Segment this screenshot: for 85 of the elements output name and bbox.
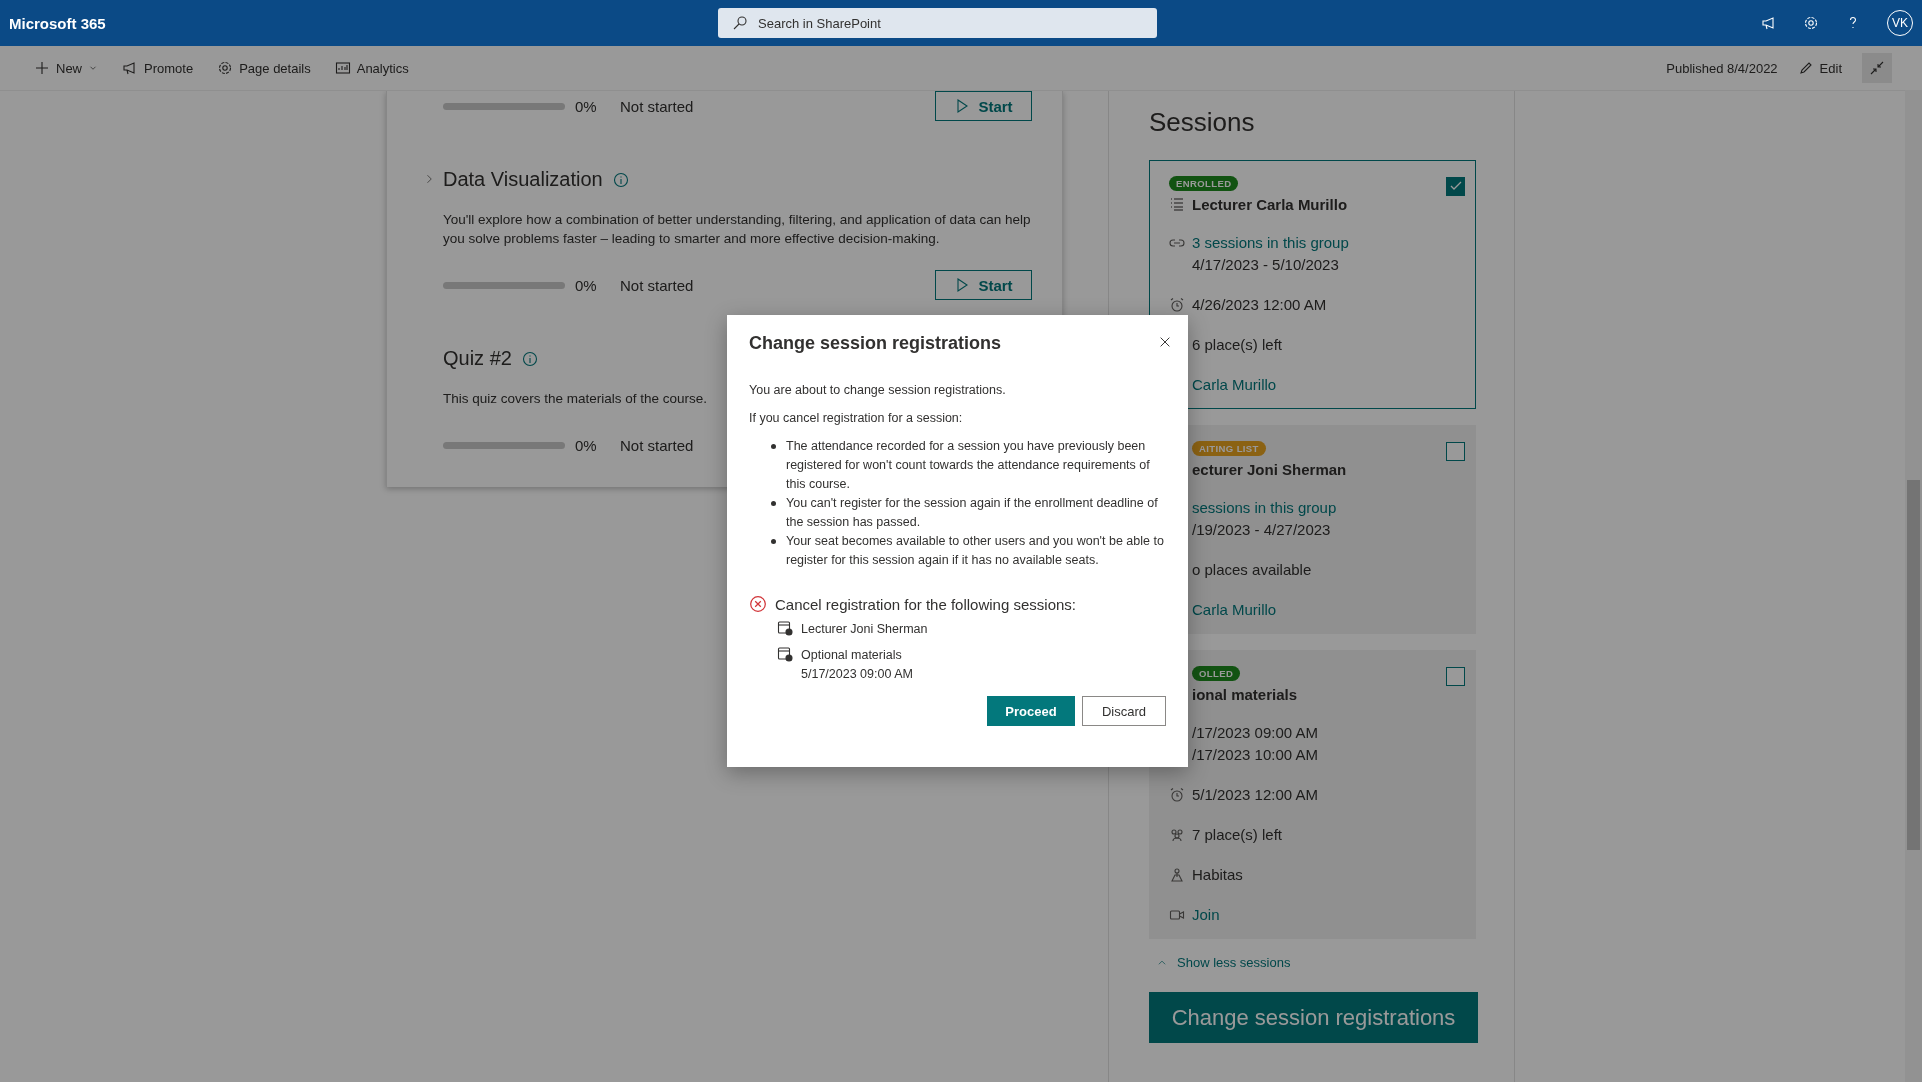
search-field[interactable]: Search in SharePoint bbox=[718, 8, 1157, 38]
published-status: Published 8/4/2022 bbox=[1666, 60, 1778, 76]
progress-status: Not started bbox=[620, 436, 694, 454]
discard-button[interactable]: Discard bbox=[1082, 696, 1166, 726]
show-less-link[interactable]: Show less sessions bbox=[1149, 955, 1291, 970]
proceed-button[interactable]: Proceed bbox=[987, 696, 1075, 726]
status-badge: ENROLLED bbox=[1169, 176, 1239, 191]
video-icon bbox=[1169, 907, 1185, 923]
alarm-icon bbox=[1169, 787, 1185, 803]
location-icon bbox=[1169, 867, 1185, 883]
progress-status: Not started bbox=[620, 97, 694, 115]
module-description: This quiz covers the materials of the course. bbox=[443, 390, 708, 408]
module-title: Quiz #2 bbox=[443, 347, 512, 370]
plus-icon bbox=[34, 60, 50, 76]
toolbar-button[interactable]: Promote bbox=[118, 60, 198, 76]
session-title: ecturer Joni Sherman bbox=[1192, 460, 1347, 478]
bullet-text: Your seat becomes available to other users and you won't be able to register for this session again if it has no available seats. bbox=[786, 533, 1165, 569]
close-icon bbox=[1158, 335, 1172, 349]
progress-percent: 0% bbox=[575, 97, 598, 115]
session-checkbox[interactable] bbox=[1446, 442, 1465, 461]
session-detail: 6 place(s) left bbox=[1192, 335, 1283, 355]
session-title: Lecturer Carla Murillo bbox=[1192, 195, 1348, 213]
module-description: You'll explore how a combination of better understanding, filtering, and application of data can help you solve problems faster – leading to smarter and more effective decision-making. bbox=[443, 211, 1032, 248]
session-checkbox[interactable] bbox=[1446, 177, 1465, 196]
progress-percent: 0% bbox=[575, 276, 598, 294]
session-detail: 4/17/2023 - 5/10/2023 bbox=[1192, 255, 1340, 275]
collapse-button[interactable] bbox=[1862, 53, 1892, 83]
start-button[interactable]: Start bbox=[935, 270, 1032, 300]
session-date: 5/17/2023 09:00 AM bbox=[801, 666, 913, 683]
session-detail: /17/2023 09:00 AM bbox=[1192, 723, 1318, 743]
settings-icon bbox=[217, 60, 234, 76]
sessions-heading: Sessions bbox=[1149, 107, 1256, 138]
session-checkbox[interactable] bbox=[1446, 667, 1465, 686]
bullet-icon bbox=[771, 501, 776, 506]
calendar-icon bbox=[777, 620, 793, 636]
progress-status: Not started bbox=[620, 276, 694, 294]
module-title: Data Visualization bbox=[443, 168, 603, 191]
settings-icon bbox=[1803, 15, 1819, 31]
start-button[interactable]: Start bbox=[935, 91, 1032, 121]
pencil-icon bbox=[1797, 60, 1814, 76]
chart-icon bbox=[334, 60, 351, 76]
dialog-text: You are about to change session registrations. bbox=[749, 383, 1007, 397]
session-detail: Habitas bbox=[1192, 865, 1243, 885]
people-icon bbox=[1169, 827, 1185, 843]
app-name[interactable]: Microsoft 365 bbox=[9, 14, 106, 32]
collapse-icon bbox=[1869, 60, 1885, 76]
bullet-text: You can't register for the session again if the enrollment deadline of the session has passed. bbox=[786, 495, 1159, 531]
session-link[interactable]: sessions in this group bbox=[1192, 497, 1337, 519]
toolbar-button[interactable]: New bbox=[30, 60, 102, 76]
bullet-text: The attendance recorded for a session you have previously been registered for won't count towards the attendance requirements of this course. bbox=[786, 438, 1151, 493]
session-detail: 5/1/2023 12:00 AM bbox=[1192, 785, 1318, 805]
session-detail: /17/2023 10:00 AM bbox=[1192, 745, 1318, 765]
toolbar-button[interactable]: Analytics bbox=[330, 60, 413, 76]
edit-button[interactable]: Edit bbox=[1793, 60, 1846, 76]
session-link[interactable]: Carla Murillo bbox=[1192, 599, 1277, 621]
calendar-icon bbox=[777, 646, 793, 662]
session-name: Lecturer Joni Sherman bbox=[801, 621, 928, 638]
dialog-text: If you cancel registration for a session: bbox=[749, 411, 964, 425]
session-title: ional materials bbox=[1192, 685, 1298, 703]
info-icon bbox=[521, 350, 538, 367]
error-icon bbox=[749, 595, 767, 613]
session-link[interactable]: Carla Murillo bbox=[1192, 374, 1277, 396]
alarm-icon bbox=[1169, 297, 1185, 313]
session-detail: o places available bbox=[1192, 560, 1312, 580]
scrollbar-thumb[interactable] bbox=[1907, 480, 1920, 850]
cancel-heading: Cancel registration for the following sessions: bbox=[775, 595, 1076, 613]
session-link[interactable]: Join bbox=[1192, 904, 1220, 926]
megaphone-icon bbox=[1761, 15, 1777, 31]
list-icon bbox=[1169, 196, 1185, 212]
session-detail: /19/2023 - 4/27/2023 bbox=[1192, 520, 1332, 540]
megaphone-icon bbox=[122, 60, 138, 76]
info-icon bbox=[612, 171, 629, 188]
status-badge: AITING LIST bbox=[1192, 441, 1266, 456]
change-registrations-button[interactable]: Change session registrations bbox=[1149, 992, 1478, 1043]
search-icon bbox=[732, 15, 748, 31]
progress-percent: 0% bbox=[575, 436, 598, 454]
session-detail: 7 place(s) left bbox=[1192, 825, 1283, 845]
bullet-icon bbox=[771, 539, 776, 544]
toolbar-button[interactable]: Page details bbox=[213, 60, 315, 76]
session-detail: 4/26/2023 12:00 AM bbox=[1192, 295, 1327, 315]
dialog-title: Change session registrations bbox=[749, 333, 1002, 354]
status-badge: OLLED bbox=[1192, 666, 1241, 681]
session-link[interactable]: 3 sessions in this group bbox=[1192, 232, 1349, 254]
session-name: Optional materials bbox=[801, 647, 903, 664]
bullet-icon bbox=[771, 444, 776, 449]
